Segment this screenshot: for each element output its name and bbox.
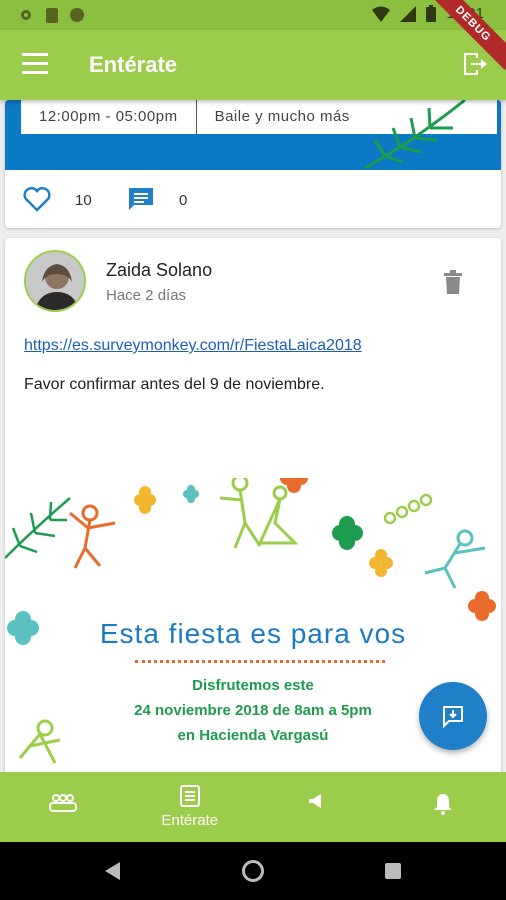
signal-icon	[400, 5, 417, 22]
comment-icon[interactable]	[127, 186, 155, 212]
sd-card-icon	[46, 7, 58, 23]
schedule-time: 12:00pm - 05:00pm	[39, 108, 178, 125]
post-time: Hace 2 días	[106, 287, 187, 304]
recent-apps-icon[interactable]	[385, 863, 401, 879]
post-stats: 10 0	[5, 178, 501, 222]
news-icon	[179, 785, 200, 807]
nav-item-notifications[interactable]	[380, 772, 506, 842]
menu-icon	[22, 53, 48, 56]
megaphone-icon	[309, 794, 322, 808]
system-nav-bar	[0, 842, 506, 900]
poster-line: Disfrutemos este	[192, 677, 314, 694]
bottom-nav: Entérate	[0, 772, 506, 842]
page-title: Entérate	[89, 52, 178, 77]
settings-icon	[21, 10, 31, 20]
leaf-decoration-icon	[364, 100, 466, 170]
circle-icon	[70, 8, 84, 22]
nav-item-label: Entérate	[161, 812, 219, 829]
like-count: 10	[75, 192, 92, 209]
post-image: 12:00pm - 05:00pm Baile y mucho más	[5, 100, 501, 170]
post-card: 12:00pm - 05:00pm Baile y mucho más 10 0	[5, 100, 501, 228]
bell-icon	[433, 794, 452, 815]
menu-button[interactable]	[22, 53, 48, 75]
nav-item-enterate[interactable]: Entérate	[127, 772, 254, 842]
back-icon[interactable]	[105, 862, 121, 880]
home-icon[interactable]	[242, 860, 264, 882]
feed[interactable]: 12:00pm - 05:00pm Baile y mucho más 10 0	[0, 100, 506, 772]
feedback-icon	[443, 706, 463, 728]
logout-icon[interactable]	[460, 50, 488, 78]
nav-item-groups[interactable]	[0, 772, 127, 842]
post-author: Zaida Solano	[106, 260, 213, 280]
app-bar: Entérate	[0, 30, 506, 100]
post-link[interactable]: https://es.surveymonkey.com/r/FiestaLaic…	[24, 337, 362, 355]
poster-divider	[135, 660, 385, 663]
new-post-button[interactable]	[419, 682, 487, 750]
people-group-icon	[49, 794, 78, 812]
avatar	[24, 250, 86, 312]
post-body: Favor confirmar antes del 9 de noviembre…	[24, 376, 325, 393]
like-icon[interactable]	[23, 186, 51, 212]
status-bar: 12:01	[0, 0, 506, 30]
battery-icon	[426, 5, 437, 22]
poster-title: Esta fiesta es para vos	[99, 618, 407, 649]
post-card: Zaida Solano Hace 2 días https://es.surv…	[5, 238, 501, 772]
comment-count: 0	[179, 192, 188, 209]
wifi-icon	[372, 6, 391, 22]
delete-icon[interactable]	[442, 270, 464, 294]
nav-item-announcements[interactable]	[253, 772, 380, 842]
schedule-activity: Baile y mucho más	[195, 100, 368, 134]
